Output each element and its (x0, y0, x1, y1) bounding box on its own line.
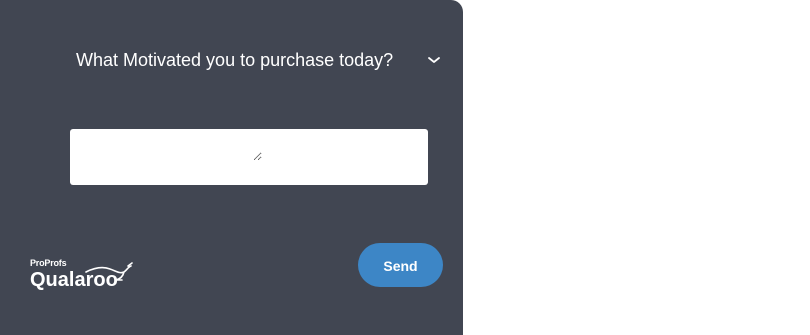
send-button[interactable]: Send (358, 243, 443, 287)
survey-widget: What Motivated you to purchase today? Pr… (0, 0, 463, 335)
kangaroo-logo-icon (85, 262, 133, 281)
minimize-button[interactable] (424, 50, 444, 70)
answer-box (70, 129, 428, 185)
chevron-down-icon (428, 57, 440, 63)
brand-parent-label: ProProfs (30, 258, 67, 268)
survey-question: What Motivated you to purchase today? (76, 50, 394, 70)
answer-textarea[interactable] (74, 133, 262, 161)
